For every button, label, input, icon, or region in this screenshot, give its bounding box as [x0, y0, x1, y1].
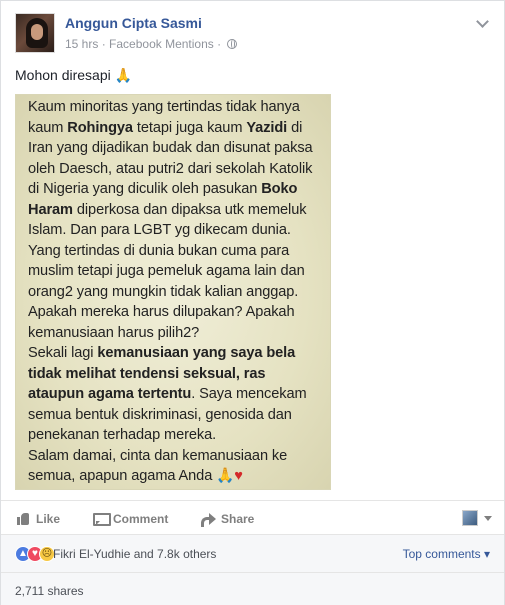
thumbs-up-icon [17, 513, 30, 525]
top-comments-dropdown[interactable]: Top comments ▾ [403, 547, 490, 561]
globe-icon[interactable] [227, 39, 238, 49]
profile-picture-selector[interactable] [462, 510, 478, 526]
quote-p4-a: Sekali lagi [28, 345, 98, 361]
author-name[interactable]: Anggun Cipta Sasmi [65, 15, 202, 31]
caret-down-icon[interactable] [484, 516, 492, 521]
quote-p3: Apakah mereka harus dilupakan? Apakah ke… [28, 304, 295, 341]
image-quote-text: Kaum minoritas yang tertindas tidak hany… [28, 97, 324, 487]
reactions-bar: ▲ ♥ ☹ Fikri El-Yudhie and 7.8k others To… [1, 534, 504, 572]
chevron-down-icon[interactable] [476, 17, 488, 29]
author-avatar[interactable] [15, 13, 55, 53]
post-time[interactable]: 15 hrs [65, 37, 98, 51]
share-arrow-icon [201, 513, 216, 527]
meta-separator-2: · [217, 37, 222, 51]
share-button[interactable]: Share [201, 512, 255, 527]
post-header: Anggun Cipta Sasmi 15 hrs · Facebook Men… [15, 13, 494, 57]
post-message-text: Mohon diresapi [15, 67, 111, 83]
quote-p5: Salam damai, cinta dan kemanusiaan ke se… [28, 447, 288, 485]
quote-rohingya: Rohingya [67, 119, 133, 136]
meta-separator: · [101, 37, 106, 51]
post-message: Mohon diresapi 🙏 [15, 67, 132, 84]
top-comments-label: Top comments [402, 547, 481, 561]
post-image[interactable]: Kaum minoritas yang tertindas tidak hany… [15, 94, 331, 490]
pray-emoji-icon: 🙏 [216, 468, 235, 484]
shares-bar: 2,711 shares [1, 572, 504, 605]
shares-count[interactable]: 2,711 shares [15, 584, 84, 598]
comment-button[interactable]: Comment [93, 512, 168, 526]
quote-p1-c: tetapi juga kaum [132, 119, 247, 136]
quote-yazidi: Yazidi [246, 119, 288, 136]
quote-p2: Yang tertindas di dunia bukan cuma para … [28, 242, 305, 300]
comment-icon [93, 513, 111, 526]
post-card: Anggun Cipta Sasmi 15 hrs · Facebook Men… [0, 0, 505, 605]
post-meta: 15 hrs · Facebook Mentions · [65, 37, 238, 51]
pray-emoji-icon: 🙏 [114, 67, 133, 83]
like-label: Like [36, 512, 61, 526]
post-actions-bar: Like Comment Share [1, 500, 504, 534]
comment-label: Comment [113, 512, 169, 526]
reactions-summary[interactable]: Fikri El-Yudhie and 7.8k others [53, 547, 216, 561]
like-button[interactable]: Like [17, 512, 60, 526]
heart-emoji-icon: ♥ [234, 468, 243, 484]
avatar-face [31, 24, 43, 40]
share-label: Share [221, 512, 255, 526]
post-source[interactable]: Facebook Mentions [109, 37, 214, 51]
chevron-down-icon: ▾ [483, 547, 490, 561]
